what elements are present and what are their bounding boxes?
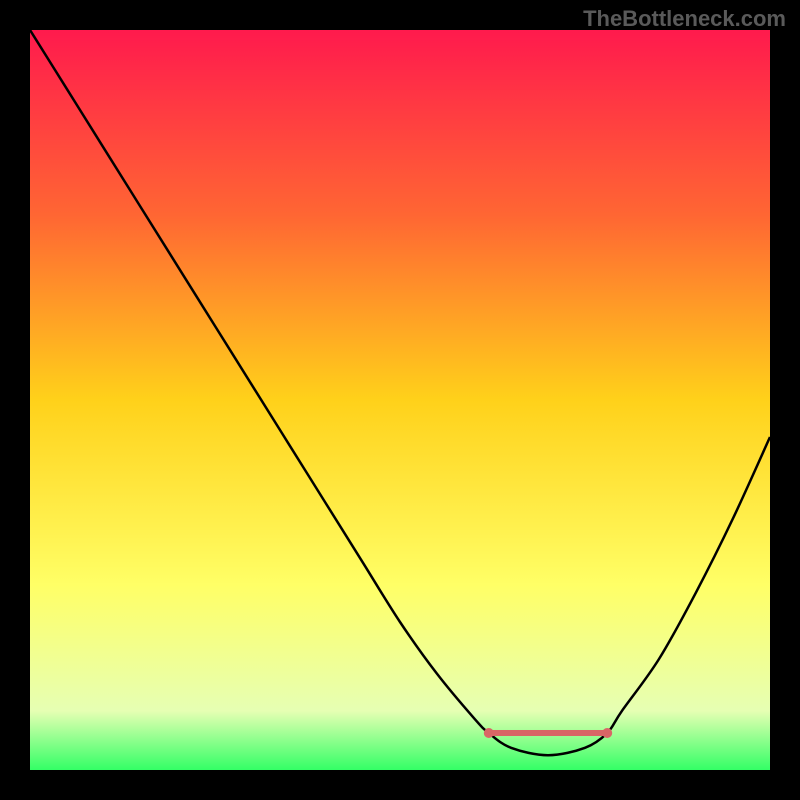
bottleneck-curve <box>30 30 770 770</box>
optimal-zone-marker <box>484 728 494 738</box>
watermark-text: TheBottleneck.com <box>583 6 786 32</box>
chart-plot-area <box>30 30 770 770</box>
optimal-zone-marker <box>602 728 612 738</box>
